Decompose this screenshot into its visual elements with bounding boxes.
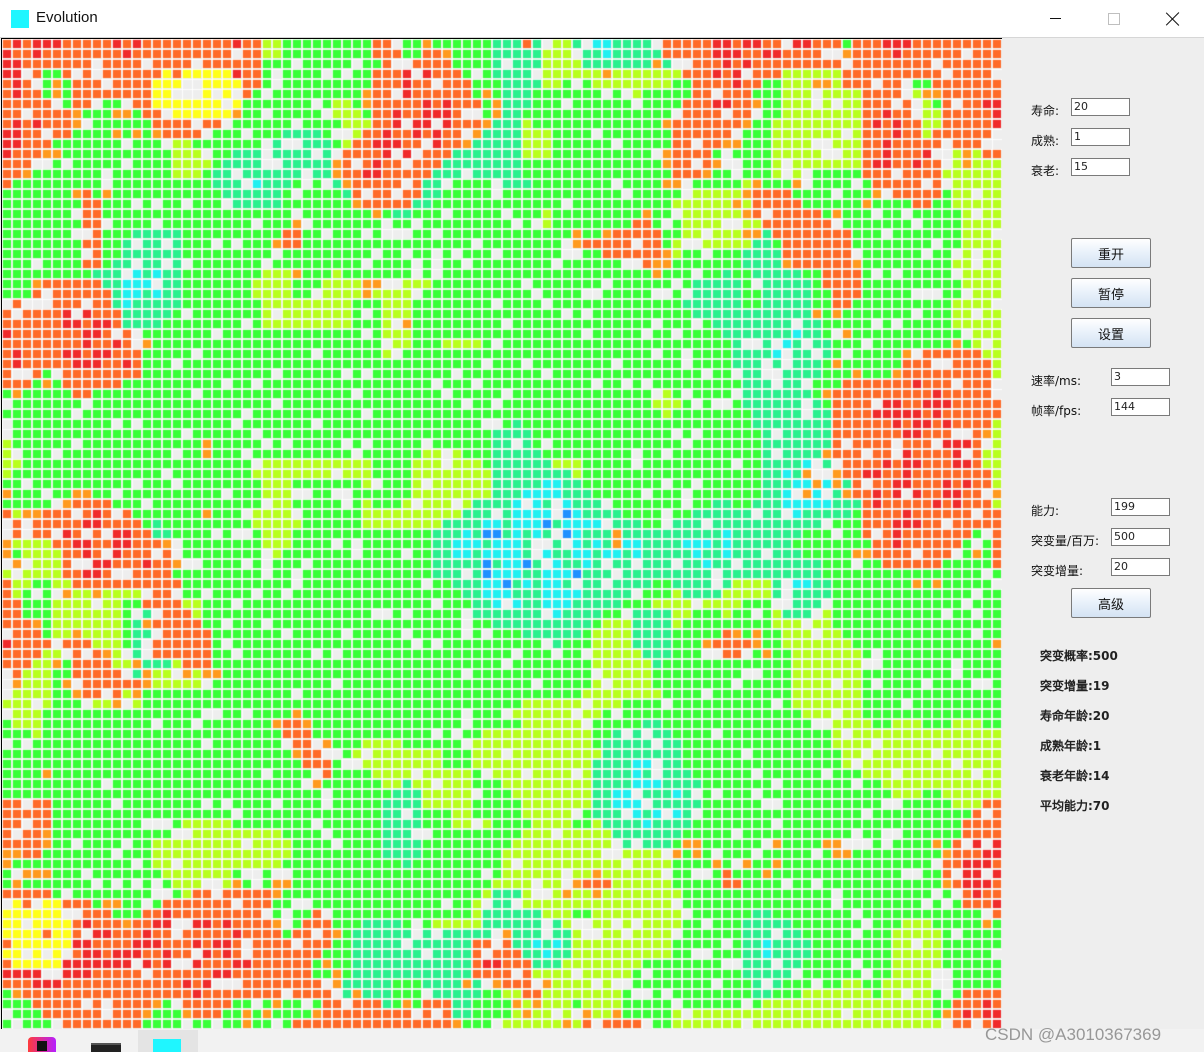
evolution-app-icon[interactable] bbox=[153, 1039, 181, 1052]
terminal-icon[interactable] bbox=[91, 1043, 121, 1052]
title-bar: Evolution bbox=[0, 0, 1204, 38]
maturity-label: 成熟: bbox=[1031, 134, 1060, 148]
pause-button[interactable]: 暂停 bbox=[1071, 278, 1151, 308]
mutation-amount-input[interactable]: 500 bbox=[1111, 528, 1170, 546]
stat-maturity-age: 成熟年龄:1 bbox=[1040, 739, 1102, 753]
control-panel: 寿命: 20 成熟: 1 衰老: 15 重开 暂停 设置 速率/ms: 3 帧率… bbox=[1002, 38, 1204, 1029]
stat-aging-age: 衰老年龄:14 bbox=[1040, 769, 1110, 783]
aging-input[interactable]: 15 bbox=[1071, 158, 1130, 176]
minimize-icon bbox=[1049, 18, 1061, 19]
ability-input[interactable]: 199 bbox=[1111, 498, 1170, 516]
minimize-button[interactable] bbox=[1026, 0, 1084, 37]
simulation-grid bbox=[1, 38, 1002, 1029]
simulation-canvas bbox=[2, 39, 1002, 1029]
stat-mutation-increment: 突变增量:19 bbox=[1040, 679, 1110, 693]
mutation-increment-label: 突变增量: bbox=[1031, 564, 1084, 578]
ability-label: 能力: bbox=[1031, 504, 1060, 518]
intellij-icon-center bbox=[37, 1041, 47, 1051]
lifespan-input[interactable]: 20 bbox=[1071, 98, 1130, 116]
restart-button[interactable]: 重开 bbox=[1071, 238, 1151, 268]
stat-lifespan-age: 寿命年龄:20 bbox=[1040, 709, 1110, 723]
app-window: Evolution 寿命: 20 成熟: 1 衰老: 15 重开 暂停 设置 速… bbox=[0, 0, 1204, 1052]
maximize-button[interactable] bbox=[1085, 0, 1143, 37]
settings-button[interactable]: 设置 bbox=[1071, 318, 1151, 348]
lifespan-label: 寿命: bbox=[1031, 104, 1060, 118]
rate-label: 速率/ms: bbox=[1031, 374, 1082, 388]
window-title: Evolution bbox=[36, 9, 98, 26]
close-icon bbox=[1166, 12, 1180, 26]
mutation-increment-input[interactable]: 20 bbox=[1111, 558, 1170, 576]
stat-average-ability: 平均能力:70 bbox=[1040, 799, 1110, 813]
stat-mutation-probability: 突变概率:500 bbox=[1040, 649, 1118, 663]
app-icon bbox=[11, 10, 29, 28]
rate-input[interactable]: 3 bbox=[1111, 368, 1170, 386]
aging-label: 衰老: bbox=[1031, 164, 1060, 178]
fps-label: 帧率/fps: bbox=[1031, 404, 1082, 418]
advanced-button[interactable]: 高级 bbox=[1071, 588, 1151, 618]
mutation-amount-label: 突变量/百万: bbox=[1031, 534, 1100, 548]
close-button[interactable] bbox=[1144, 0, 1202, 37]
maximize-icon bbox=[1108, 12, 1120, 25]
fps-input[interactable]: 144 bbox=[1111, 398, 1170, 416]
watermark-text: CSDN @A3010367369 bbox=[985, 1025, 1162, 1044]
maturity-input[interactable]: 1 bbox=[1071, 128, 1130, 146]
